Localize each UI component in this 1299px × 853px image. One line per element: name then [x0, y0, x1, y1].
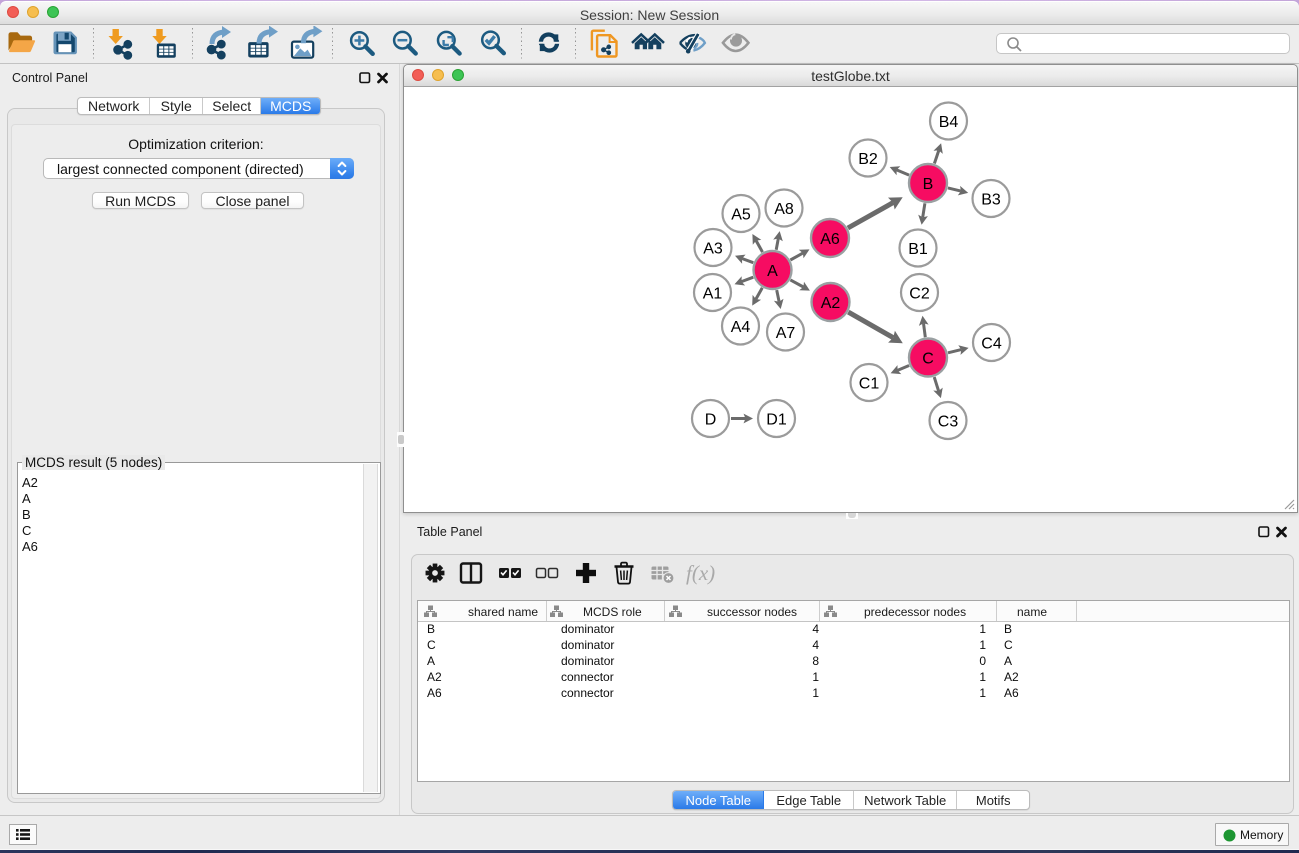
svg-text:A8: A8 [774, 201, 794, 218]
svg-text:A1: A1 [703, 286, 723, 303]
svg-text:C3: C3 [938, 414, 959, 431]
svg-text:B2: B2 [858, 151, 878, 168]
svg-text:C1: C1 [859, 376, 880, 393]
svg-text:A7: A7 [776, 325, 796, 342]
svg-text:C2: C2 [909, 286, 930, 303]
svg-text:C: C [922, 351, 934, 368]
svg-text:C4: C4 [981, 336, 1002, 353]
svg-text:B1: B1 [908, 241, 928, 258]
svg-text:B4: B4 [939, 114, 959, 131]
svg-text:A: A [767, 263, 778, 280]
svg-text:A2: A2 [821, 295, 841, 312]
svg-text:A3: A3 [703, 241, 723, 258]
svg-text:f(x): f(x) [686, 561, 715, 585]
svg-text:B3: B3 [981, 192, 1001, 209]
svg-text:A4: A4 [731, 319, 751, 336]
svg-text:D1: D1 [766, 412, 787, 429]
svg-text:A5: A5 [731, 207, 751, 224]
svg-text:B: B [923, 176, 934, 193]
svg-text:A6: A6 [820, 231, 840, 248]
svg-text:D: D [705, 412, 717, 429]
